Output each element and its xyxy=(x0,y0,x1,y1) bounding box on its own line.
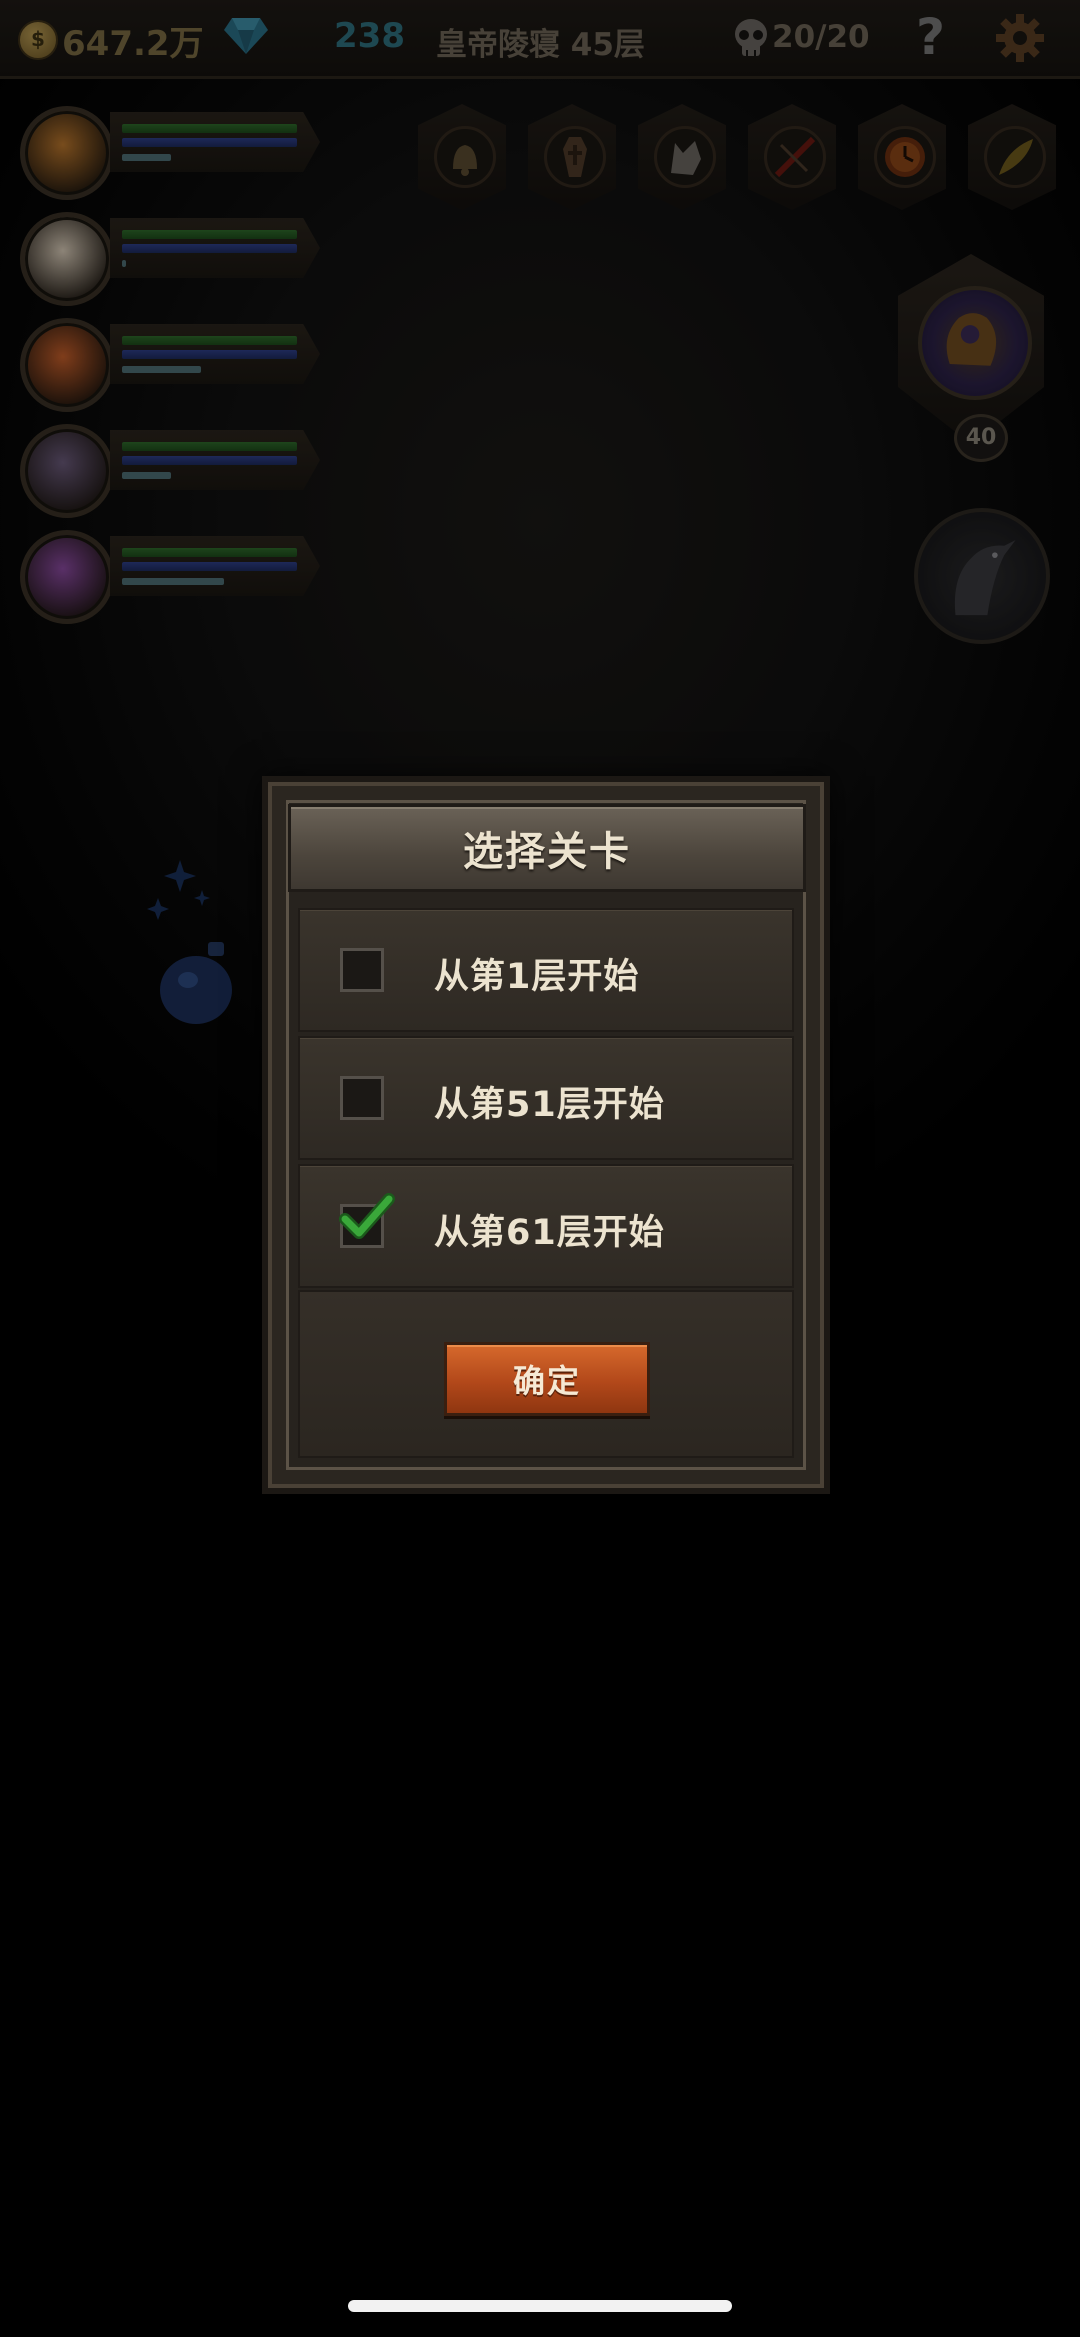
confirm-button-label: 确定 xyxy=(512,1362,581,1400)
checkbox-floor-51[interactable] xyxy=(340,1076,384,1120)
option-label: 从第51层开始 xyxy=(434,1085,665,1125)
dialog-title-plate: 选择关卡 xyxy=(288,804,806,892)
confirm-button[interactable]: 确定 xyxy=(444,1342,650,1416)
dialog-title: 选择关卡 xyxy=(463,829,631,875)
option-label: 从第1层开始 xyxy=(434,957,640,997)
checkmark-icon xyxy=(339,1193,395,1239)
option-label: 从第61层开始 xyxy=(434,1213,665,1253)
option-floor-1[interactable]: 从第1层开始 xyxy=(298,908,794,1032)
checkbox-floor-1[interactable] xyxy=(340,948,384,992)
option-floor-61[interactable]: 从第61层开始 xyxy=(298,1164,794,1288)
select-stage-dialog: 选择关卡 从第1层开始 从第51层开始 从第61层开始 确定 xyxy=(262,776,830,1494)
home-indicator[interactable] xyxy=(348,2300,732,2312)
option-floor-51[interactable]: 从第51层开始 xyxy=(298,1036,794,1160)
checkbox-floor-61[interactable] xyxy=(339,1193,395,1248)
